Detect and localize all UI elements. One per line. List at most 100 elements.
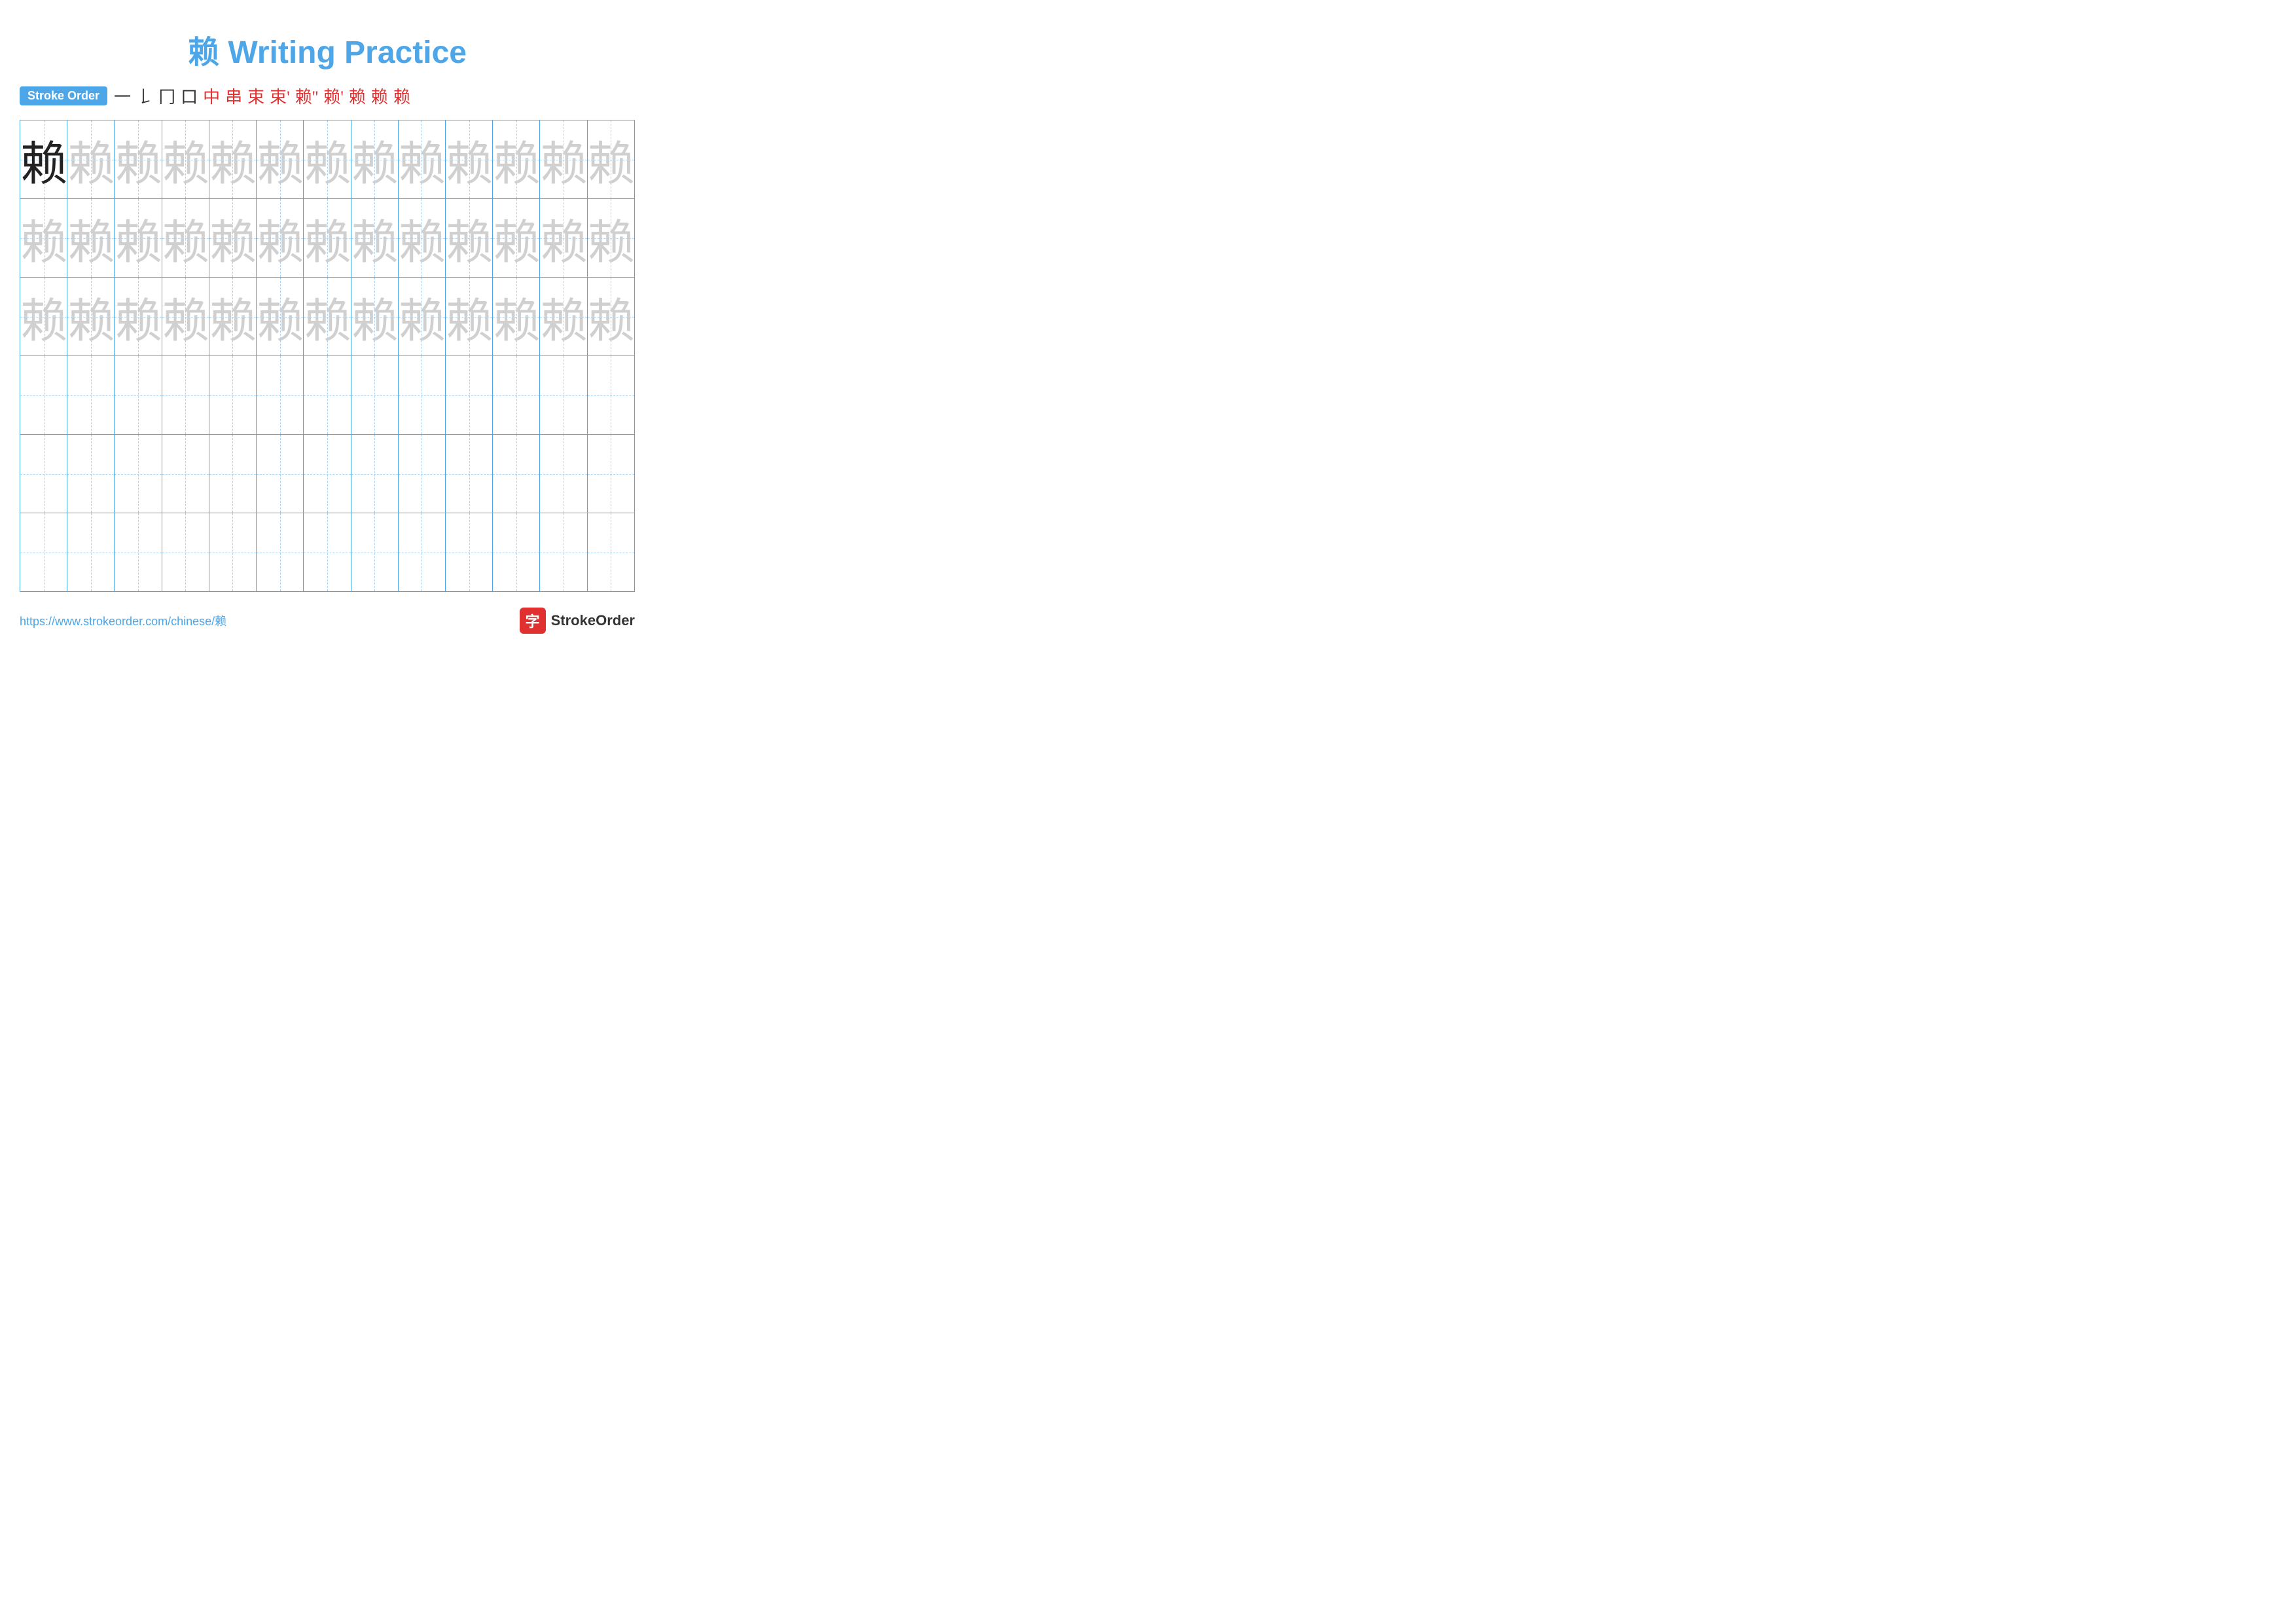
grid-cell[interactable]: 赖 xyxy=(587,199,634,278)
grid-cell[interactable]: 赖 xyxy=(445,199,492,278)
grid-row-5 xyxy=(20,435,635,513)
stroke-12: 赖 xyxy=(371,84,388,108)
grid-cell[interactable]: 赖 xyxy=(351,278,398,356)
grid-cell[interactable]: 赖 xyxy=(115,199,162,278)
grid-cell[interactable] xyxy=(493,513,540,592)
grid-row-4 xyxy=(20,356,635,435)
grid-cell[interactable]: 赖 xyxy=(493,278,540,356)
grid-cell[interactable] xyxy=(20,513,67,592)
grid-cell[interactable] xyxy=(304,356,351,435)
grid-cell[interactable]: 赖 xyxy=(20,199,67,278)
grid-cell[interactable] xyxy=(304,435,351,513)
grid-cell[interactable]: 赖 xyxy=(209,199,256,278)
logo-icon: 字 xyxy=(520,608,546,634)
stroke-order-row: Stroke Order 一 𠄌 冂 口 中 串 束 束' 赖'' 赖' 赖 赖… xyxy=(20,84,635,108)
grid-cell[interactable]: 赖 xyxy=(304,199,351,278)
grid-cell[interactable]: 赖 xyxy=(445,278,492,356)
stroke-2: 𠄌 xyxy=(136,84,153,108)
grid-cell[interactable] xyxy=(162,513,209,592)
grid-cell[interactable] xyxy=(304,513,351,592)
grid-cell[interactable] xyxy=(351,435,398,513)
grid-cell[interactable] xyxy=(209,356,256,435)
grid-cell[interactable] xyxy=(20,435,67,513)
grid-cell[interactable] xyxy=(67,435,115,513)
grid-cell[interactable] xyxy=(540,435,587,513)
grid-cell[interactable]: 赖 xyxy=(398,120,445,199)
grid-cell[interactable]: 赖 xyxy=(587,278,634,356)
grid-cell[interactable]: 赖 xyxy=(67,120,115,199)
grid-cell[interactable] xyxy=(162,435,209,513)
grid-cell[interactable] xyxy=(587,435,634,513)
logo-char: 字 xyxy=(526,610,540,631)
grid-cell[interactable] xyxy=(445,435,492,513)
stroke-4: 口 xyxy=(181,84,198,108)
grid-cell[interactable]: 赖 xyxy=(115,120,162,199)
grid-cell[interactable]: 赖 xyxy=(162,199,209,278)
page-title: 赖 Writing Practice xyxy=(20,26,635,72)
grid-cell[interactable] xyxy=(209,435,256,513)
grid-cell[interactable]: 赖 xyxy=(257,199,304,278)
footer-url: https://www.strokeorder.com/chinese/赖 xyxy=(20,612,226,629)
grid-cell[interactable]: 赖 xyxy=(493,120,540,199)
grid-cell[interactable] xyxy=(20,356,67,435)
grid-cell[interactable] xyxy=(351,513,398,592)
stroke-order-badge: Stroke Order xyxy=(20,86,107,105)
grid-cell[interactable]: 赖 xyxy=(67,278,115,356)
grid-cell[interactable]: 赖 xyxy=(257,278,304,356)
grid-cell[interactable]: 赖 xyxy=(20,120,67,199)
grid-row-3: 赖 赖 赖 赖 赖 赖 赖 赖 赖 赖 赖 赖 赖 xyxy=(20,278,635,356)
grid-cell[interactable] xyxy=(257,356,304,435)
grid-cell[interactable] xyxy=(115,435,162,513)
grid-cell[interactable] xyxy=(67,513,115,592)
grid-cell[interactable] xyxy=(398,513,445,592)
grid-cell[interactable]: 赖 xyxy=(209,278,256,356)
grid-row-6 xyxy=(20,513,635,592)
grid-cell[interactable]: 赖 xyxy=(257,120,304,199)
grid-cell[interactable] xyxy=(540,356,587,435)
grid-cell[interactable]: 赖 xyxy=(540,278,587,356)
grid-cell[interactable] xyxy=(67,356,115,435)
stroke-7: 束 xyxy=(247,84,264,108)
stroke-3: 冂 xyxy=(158,84,175,108)
grid-cell[interactable] xyxy=(398,356,445,435)
footer-logo: 字 StrokeOrder xyxy=(520,608,635,634)
grid-cell[interactable]: 赖 xyxy=(493,199,540,278)
grid-cell[interactable]: 赖 xyxy=(540,199,587,278)
grid-cell[interactable]: 赖 xyxy=(445,120,492,199)
grid-cell[interactable] xyxy=(493,356,540,435)
stroke-9: 赖'' xyxy=(295,84,318,108)
grid-cell[interactable] xyxy=(115,356,162,435)
grid-cell[interactable]: 赖 xyxy=(67,199,115,278)
grid-cell[interactable]: 赖 xyxy=(162,120,209,199)
grid-cell[interactable]: 赖 xyxy=(540,120,587,199)
grid-cell[interactable]: 赖 xyxy=(209,120,256,199)
grid-cell[interactable]: 赖 xyxy=(351,199,398,278)
grid-cell[interactable]: 赖 xyxy=(304,120,351,199)
grid-cell[interactable]: 赖 xyxy=(398,278,445,356)
grid-cell[interactable] xyxy=(351,356,398,435)
stroke-order-chars: 一 𠄌 冂 口 中 串 束 束' 赖'' 赖' 赖 赖 赖 xyxy=(114,84,410,108)
grid-cell[interactable] xyxy=(540,513,587,592)
grid-cell[interactable]: 赖 xyxy=(162,278,209,356)
grid-cell[interactable] xyxy=(257,435,304,513)
grid-cell[interactable]: 赖 xyxy=(351,120,398,199)
stroke-1: 一 xyxy=(114,84,131,108)
grid-cell[interactable] xyxy=(587,513,634,592)
grid-cell[interactable] xyxy=(115,513,162,592)
grid-cell[interactable] xyxy=(162,356,209,435)
grid-cell[interactable] xyxy=(445,513,492,592)
title-text: Writing Practice xyxy=(228,35,467,70)
stroke-6: 串 xyxy=(225,84,242,108)
grid-cell[interactable] xyxy=(445,356,492,435)
grid-cell[interactable]: 赖 xyxy=(304,278,351,356)
grid-cell[interactable] xyxy=(587,356,634,435)
grid-cell[interactable]: 赖 xyxy=(587,120,634,199)
footer: https://www.strokeorder.com/chinese/赖 字 … xyxy=(20,608,635,634)
grid-cell[interactable] xyxy=(257,513,304,592)
grid-cell[interactable]: 赖 xyxy=(20,278,67,356)
grid-cell[interactable] xyxy=(493,435,540,513)
grid-cell[interactable]: 赖 xyxy=(115,278,162,356)
grid-cell[interactable] xyxy=(209,513,256,592)
grid-cell[interactable] xyxy=(398,435,445,513)
grid-cell[interactable]: 赖 xyxy=(398,199,445,278)
